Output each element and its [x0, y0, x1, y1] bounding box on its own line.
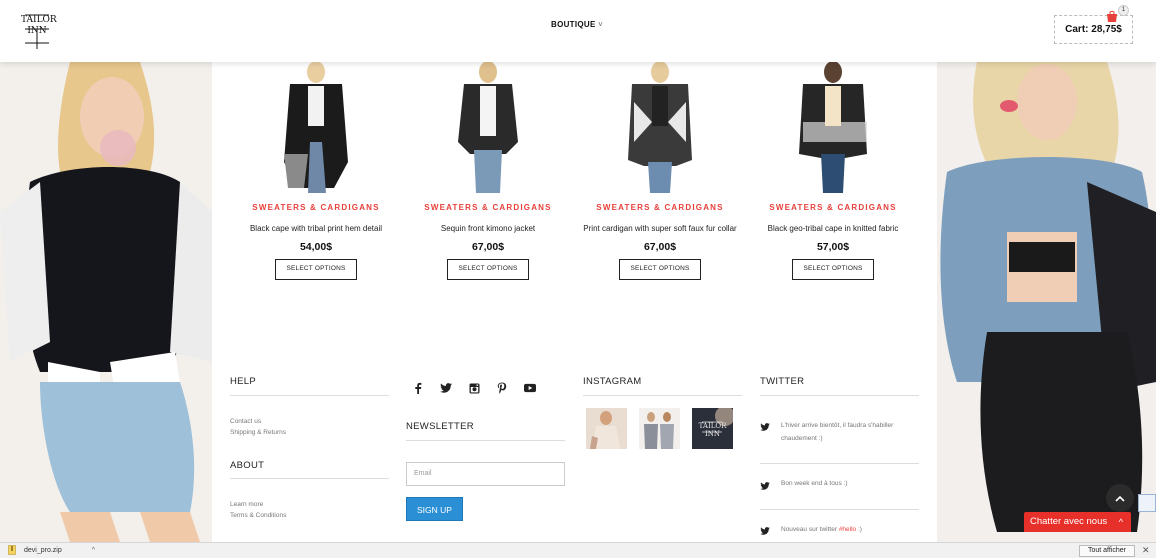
- sign-up-button[interactable]: SIGN UP: [406, 497, 463, 521]
- chevron-up-icon[interactable]: ^: [92, 547, 95, 554]
- twitter-icon: [760, 527, 770, 535]
- nav-boutique-label: BOUTIQUE: [551, 20, 596, 29]
- terms-conditions-link[interactable]: Terms & Conditions: [230, 512, 286, 519]
- select-options-button[interactable]: SELECT OPTIONS: [792, 259, 874, 280]
- divider: [760, 463, 919, 464]
- product-image[interactable]: [440, 62, 536, 193]
- divider: [583, 395, 742, 396]
- facebook-icon[interactable]: [412, 382, 424, 394]
- product-card: SWEATERS & CARDIGANS Sequin front kimono…: [402, 62, 574, 280]
- instagram-thumbnail[interactable]: [586, 408, 627, 449]
- instagram-thumbnail[interactable]: [639, 408, 680, 449]
- product-category[interactable]: SWEATERS & CARDIGANS: [747, 203, 919, 212]
- tweet-text-suffix: :): [856, 526, 862, 533]
- product-price: 67,00$: [471, 241, 505, 253]
- product-card: SWEATERS & CARDIGANS Print cardigan with…: [574, 62, 746, 280]
- divider: [406, 440, 565, 441]
- site-logo[interactable]: TAILOR INN: [21, 9, 57, 51]
- pinterest-icon[interactable]: [496, 382, 508, 394]
- shopping-bag-icon: [1106, 9, 1118, 22]
- email-field[interactable]: Email: [406, 462, 565, 486]
- tweet-text: L'hiver arrive bientôt, il faudra s'habi…: [781, 422, 894, 442]
- cart-count-badge: 1: [1118, 5, 1129, 16]
- download-filename: devi_pro.zip: [24, 547, 62, 554]
- product-card: SWEATERS & CARDIGANS Black cape with tri…: [230, 62, 402, 280]
- tweet-text-main: Nouveau sur twitter: [781, 526, 839, 533]
- download-item[interactable]: devi_pro.zip ^: [8, 545, 128, 557]
- product-image[interactable]: [785, 62, 881, 193]
- contact-us-link[interactable]: Contact us: [230, 418, 261, 425]
- product-name[interactable]: Print cardigan with super soft faux fur …: [574, 223, 746, 235]
- product-category[interactable]: SWEATERS & CARDIGANS: [574, 203, 746, 212]
- newsletter-heading: NEWSLETTER: [406, 421, 474, 432]
- site-header: TAILOR INN BOUTIQUE ˅ Cart: 28,75$ 1: [0, 0, 1156, 62]
- right-model-photo: [937, 62, 1156, 542]
- chevron-down-icon: ˅: [595, 20, 604, 29]
- product-price: 57,00$: [816, 241, 850, 253]
- back-to-top-button[interactable]: [1106, 484, 1134, 512]
- chevron-up-icon: ^: [1118, 517, 1123, 527]
- divider: [230, 395, 389, 396]
- about-heading: ABOUT: [230, 460, 265, 471]
- product-name[interactable]: Black geo-tribal cape in knitted fabric: [747, 223, 919, 235]
- close-icon[interactable]: ✕: [1142, 545, 1150, 556]
- twitter-icon: [760, 482, 770, 490]
- hashtag-link[interactable]: #hello: [839, 526, 856, 533]
- shipping-returns-link[interactable]: Shipping & Returns: [230, 429, 286, 436]
- product-price: 67,00$: [643, 241, 677, 253]
- chat-label: Chatter avec nous: [1030, 516, 1108, 527]
- product-image[interactable]: [268, 62, 364, 193]
- select-options-button[interactable]: SELECT OPTIONS: [447, 259, 529, 280]
- show-all-downloads-button[interactable]: Tout afficher: [1079, 545, 1135, 557]
- logo-text: TAILOR INN: [21, 15, 57, 36]
- left-model-photo: [0, 62, 212, 542]
- product-category[interactable]: SWEATERS & CARDIGANS: [402, 203, 574, 212]
- main-content: SWEATERS & CARDIGANS Black cape with tri…: [212, 62, 937, 542]
- select-options-button[interactable]: SELECT OPTIONS: [619, 259, 701, 280]
- learn-more-link[interactable]: Learn more: [230, 501, 263, 508]
- product-price: 54,00$: [299, 241, 333, 253]
- twitter-heading: TWITTER: [760, 376, 805, 387]
- help-heading: HELP: [230, 376, 257, 387]
- chat-window-icon[interactable]: [1138, 494, 1156, 512]
- zip-file-icon: [8, 545, 16, 555]
- download-bar: devi_pro.zip ^ Tout afficher ✕: [0, 542, 1156, 558]
- product-card: SWEATERS & CARDIGANS Black geo-tribal ca…: [747, 62, 919, 280]
- product-category[interactable]: SWEATERS & CARDIGANS: [230, 203, 402, 212]
- divider: [760, 395, 919, 396]
- divider: [760, 509, 919, 510]
- twitter-icon: [760, 423, 770, 431]
- instagram-icon[interactable]: [468, 382, 480, 394]
- instagram-heading: INSTAGRAM: [583, 376, 642, 387]
- instagram-thumbnail-logo: TAILOR INN: [698, 422, 727, 438]
- nav-boutique[interactable]: BOUTIQUE ˅: [551, 20, 603, 29]
- chat-button[interactable]: Chatter avec nous ^: [1024, 512, 1131, 532]
- product-image[interactable]: [612, 62, 708, 193]
- product-name[interactable]: Black cape with tribal print hem detail: [230, 223, 402, 235]
- youtube-icon[interactable]: [524, 382, 536, 394]
- chevron-up-icon: [1115, 495, 1125, 502]
- instagram-thumbnail[interactable]: TAILOR INN: [692, 408, 733, 449]
- tweet-text: Nouveau sur twitter #hello :): [781, 523, 921, 536]
- twitter-icon[interactable]: [440, 382, 452, 394]
- divider: [230, 478, 389, 479]
- product-name[interactable]: Sequin front kimono jacket: [402, 223, 574, 235]
- cart-label: Cart: 28,75$: [1065, 24, 1122, 35]
- cart-button[interactable]: Cart: 28,75$: [1054, 15, 1133, 44]
- select-options-button[interactable]: SELECT OPTIONS: [275, 259, 357, 280]
- tweet-text: Bon week end à tous :): [781, 480, 848, 487]
- social-links: [412, 382, 536, 394]
